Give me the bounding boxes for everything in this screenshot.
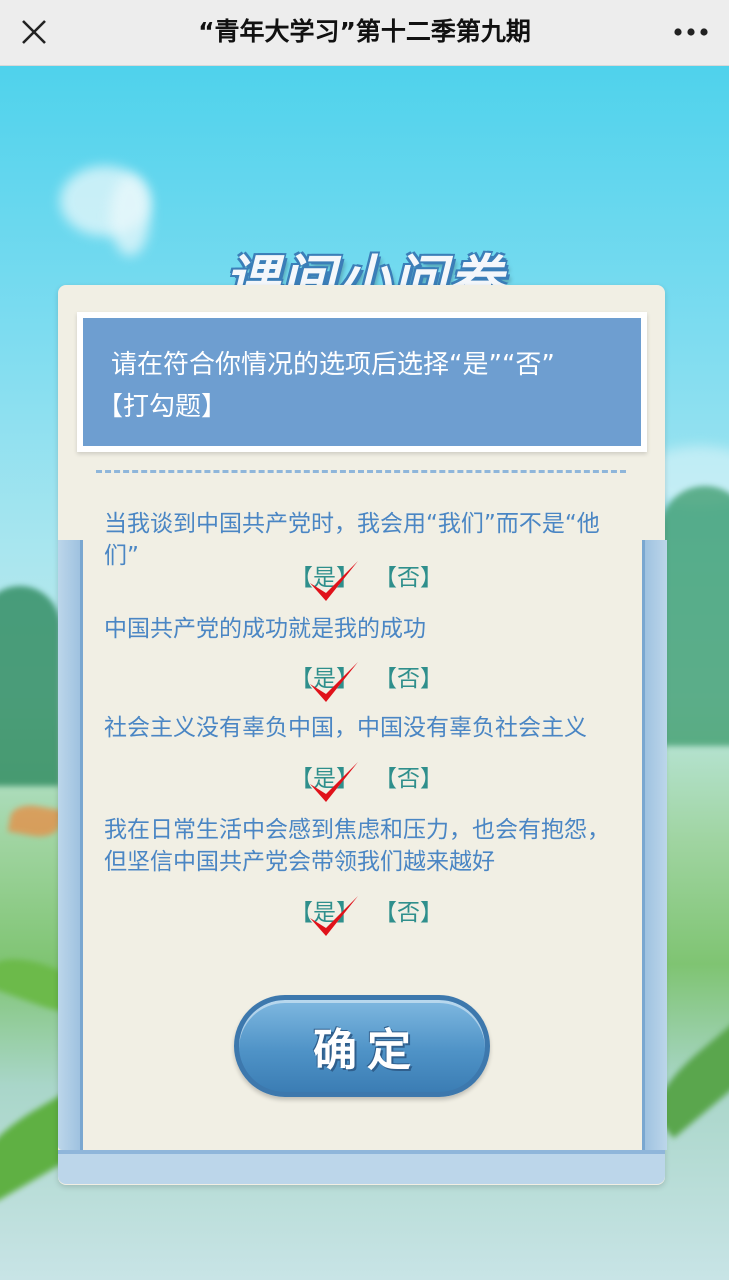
divider: [96, 470, 626, 473]
question-1-no-option[interactable]: 【否】: [374, 563, 443, 593]
question-2-answers: 【是】 【否】: [290, 662, 490, 702]
question-3-no-option[interactable]: 【否】: [374, 764, 443, 794]
instruction-box: 请在符合你情况的选项后选择“是”“否” 【打勾题】: [77, 312, 647, 452]
question-4-answers: 【是】 【否】: [290, 896, 490, 936]
instruction-line-1: 请在符合你情况的选项后选择“是”“否”: [111, 350, 555, 380]
more-button[interactable]: [667, 12, 715, 52]
tree-decoration: [660, 486, 729, 746]
question-4-yes-option[interactable]: 【是】: [290, 898, 359, 928]
instruction-panel: 请在符合你情况的选项后选择“是”“否” 【打勾题】: [83, 318, 641, 446]
question-3-answers: 【是】 【否】: [290, 762, 490, 802]
card-bottom-band: [58, 1150, 665, 1184]
question-3-yes-option[interactable]: 【是】: [290, 764, 359, 794]
close-button[interactable]: [14, 12, 54, 52]
confirm-button[interactable]: 确定: [234, 995, 490, 1097]
top-bar: “青年大学习”第十二季第九期: [0, 0, 729, 66]
question-2-no-option[interactable]: 【否】: [374, 664, 443, 694]
card-right-rail: [642, 540, 667, 1150]
page-title: “青年大学习”第十二季第九期: [198, 17, 531, 46]
close-icon: [22, 20, 46, 44]
question-1-yes-option[interactable]: 【是】: [290, 563, 359, 593]
question-2-yes-option[interactable]: 【是】: [290, 664, 359, 694]
question-4-text: 我在日常生活中会感到焦虑和压力，也会有抱怨，但坚信中国共产党会带领我们越来越好: [104, 817, 610, 875]
instruction-line-2: 【打勾题】: [97, 392, 228, 422]
question-3-text: 社会主义没有辜负中国，中国没有辜负社会主义: [104, 715, 587, 741]
card-left-rail: [58, 540, 83, 1150]
question-2-text: 中国共产党的成功就是我的成功: [104, 616, 426, 642]
tree-decoration: [0, 586, 60, 786]
more-dots-icon: [674, 28, 708, 36]
question-4-no-option[interactable]: 【否】: [374, 898, 443, 928]
question-1-answers: 【是】 【否】: [290, 561, 490, 601]
confirm-button-label: 确定: [313, 1025, 421, 1076]
flower-decoration: [7, 801, 63, 841]
